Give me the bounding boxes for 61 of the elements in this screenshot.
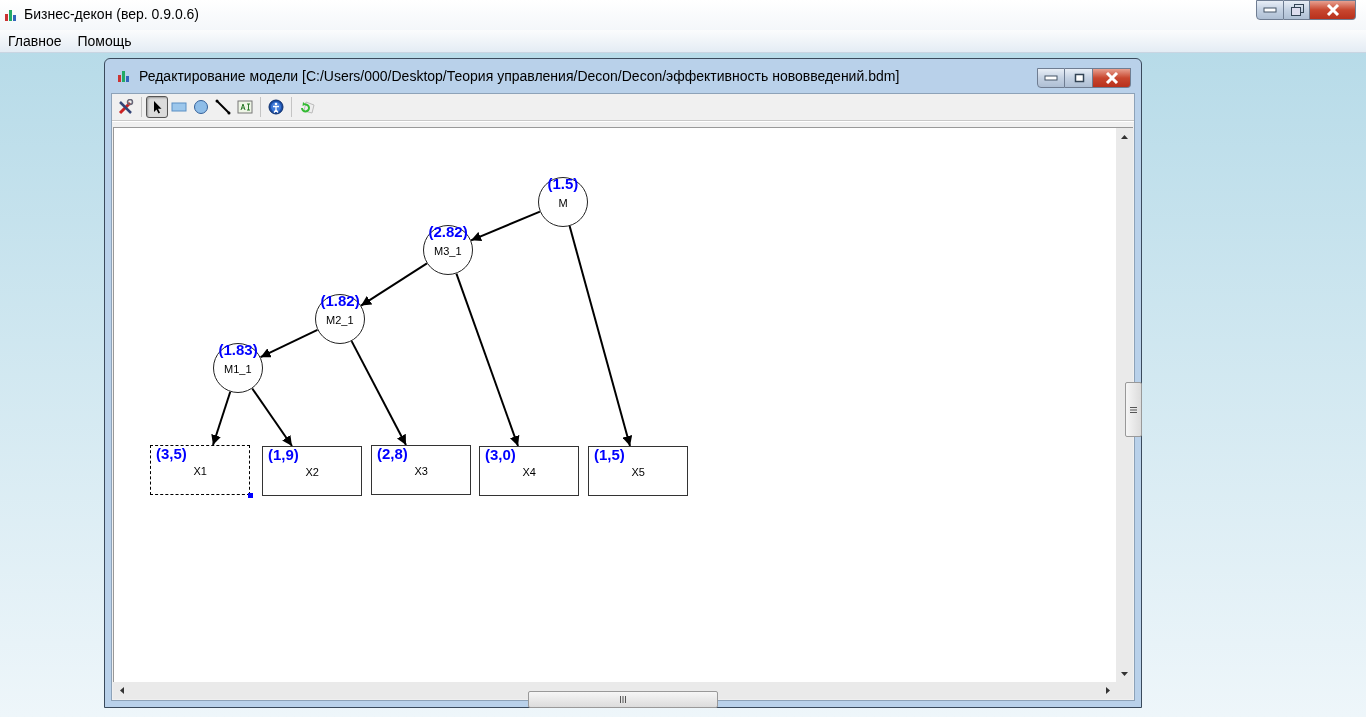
minimize-icon	[1044, 75, 1058, 81]
circle-node[interactable]	[538, 177, 588, 227]
window-title: Бизнес-декон (вер. 0.9.0.6)	[24, 6, 201, 22]
connector-arrow	[470, 210, 541, 242]
restore-icon	[1289, 3, 1304, 17]
connector-arrow	[251, 387, 293, 447]
restore-button[interactable]	[1284, 0, 1310, 20]
box-node[interactable]	[588, 446, 688, 496]
app-icon	[4, 8, 18, 22]
connector-arrow	[360, 262, 428, 307]
circle-node[interactable]	[213, 343, 263, 393]
node-value: (1.82)	[320, 293, 360, 309]
node-value: (1,5)	[594, 447, 625, 463]
node-label: X5	[631, 466, 645, 478]
circle-node[interactable]	[315, 294, 365, 344]
text-tool-icon	[237, 99, 253, 115]
box-node[interactable]	[371, 445, 471, 495]
connector-arrow	[211, 390, 232, 446]
menu-item[interactable]: Помощь	[69, 33, 140, 49]
minimize-button[interactable]	[1037, 68, 1065, 88]
ellipse-icon	[193, 99, 209, 115]
node-label: X2	[305, 466, 319, 478]
horizontal-scrollbar-thumb[interactable]	[528, 690, 718, 708]
help-icon	[268, 99, 284, 115]
node-value: (2.82)	[428, 224, 468, 240]
node-label: X4	[522, 466, 536, 478]
node-value: (1.83)	[218, 342, 258, 358]
close-button[interactable]	[1310, 0, 1356, 20]
close-icon	[1104, 72, 1119, 84]
node-value: (3,5)	[156, 446, 187, 462]
circle-node[interactable]	[423, 225, 473, 275]
connector-arrow	[259, 328, 319, 359]
node-label: M2_1	[326, 314, 354, 326]
node-label: M	[558, 197, 568, 209]
node-label: M1_1	[224, 363, 252, 375]
node-value: (2,8)	[377, 446, 408, 462]
rectangle-icon	[171, 99, 187, 115]
app-icon	[117, 69, 131, 83]
menu-item[interactable]: Главное	[0, 33, 70, 49]
minimize-button[interactable]	[1256, 0, 1284, 20]
help-tool-button[interactable]	[265, 96, 287, 118]
resize-handle[interactable]	[248, 493, 253, 498]
refresh-icon	[299, 99, 315, 115]
line-icon	[215, 99, 231, 115]
node-label: M3_1	[434, 245, 462, 257]
node-label: X1	[193, 465, 207, 477]
pointer-tool-button[interactable]	[146, 96, 168, 118]
vertical-scrollbar-thumb[interactable]	[1124, 382, 1142, 437]
node-value: (3,0)	[485, 447, 516, 463]
close-button[interactable]	[1093, 68, 1131, 88]
node-label: X3	[414, 465, 428, 477]
minimize-icon	[1263, 7, 1277, 13]
box-node[interactable]	[150, 445, 250, 495]
restore-button[interactable]	[1065, 68, 1093, 88]
node-value: (1,9)	[268, 447, 299, 463]
tools-icon	[118, 99, 134, 115]
node-value: (1.5)	[547, 176, 579, 192]
close-icon	[1325, 4, 1340, 16]
box-node[interactable]	[262, 446, 362, 496]
box-node[interactable]	[479, 446, 579, 496]
window-title: Редактирование модели [C:/Users/000/Desktop/Теория управления/Decon/Decon/эффективность нововведений.bdm]	[139, 68, 901, 84]
